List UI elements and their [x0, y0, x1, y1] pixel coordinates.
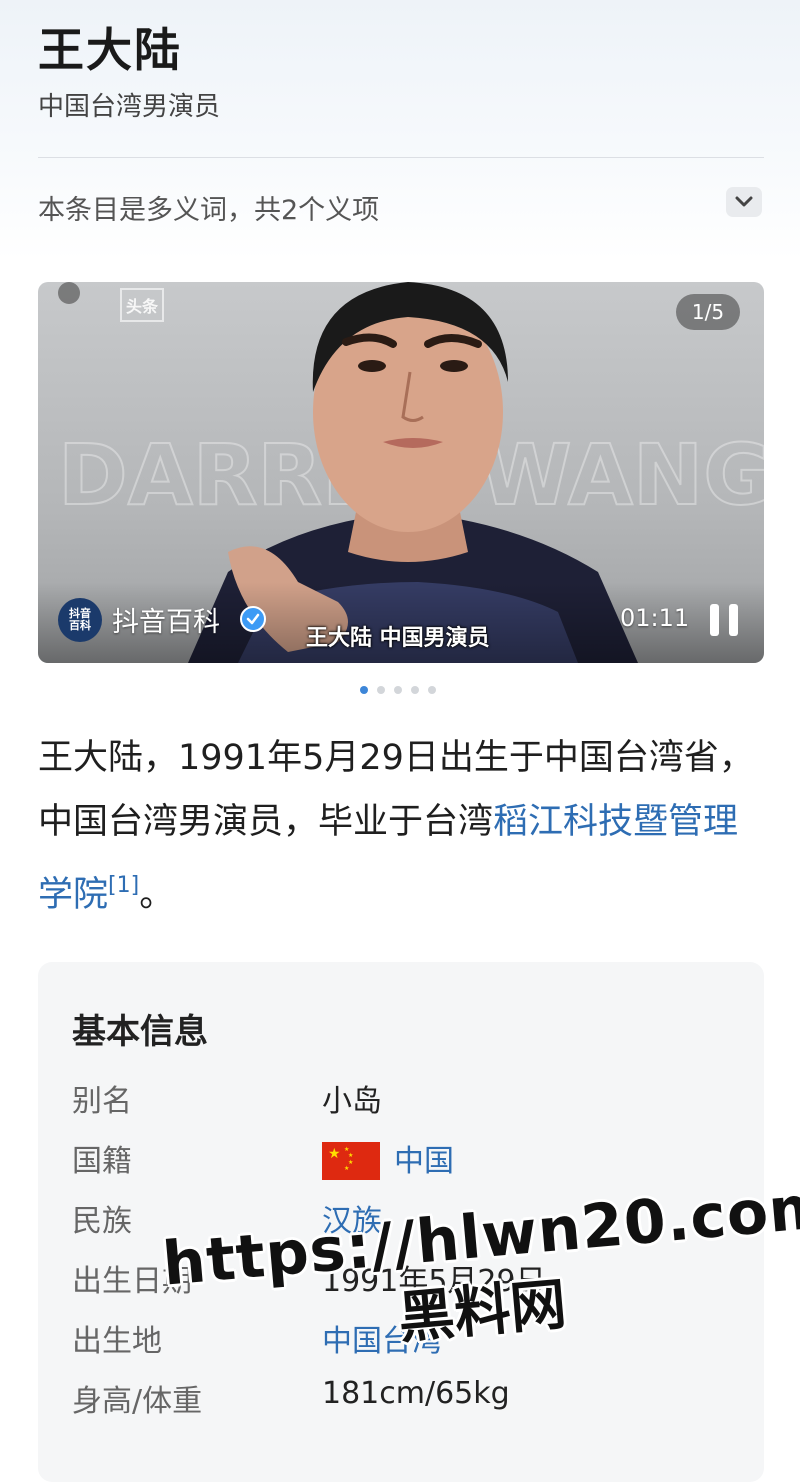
pager-dot[interactable]	[377, 686, 385, 694]
douyin-baike-logo: 抖音 百科	[58, 598, 102, 642]
page-title: 王大陆	[38, 23, 182, 77]
slide-counter: 1/5	[676, 294, 740, 330]
info-row-nationality: 国籍 ★ ★ ★ ★ ★ 中国	[72, 1136, 752, 1180]
video-carousel[interactable]: DARREN WANG 头条 1/5 抖音 百科 抖音百科 王大陆 中国男演员 …	[38, 282, 764, 663]
pager-dot[interactable]	[428, 686, 436, 694]
pager-dot[interactable]	[394, 686, 402, 694]
video-subtitle: 王大陆 中国男演员	[306, 626, 490, 651]
info-key: 民族	[72, 1204, 132, 1239]
toutiao-logo: 头条	[120, 288, 164, 322]
header-divider	[38, 157, 764, 158]
pager-dot[interactable]	[411, 686, 419, 694]
info-value: 小岛	[322, 1084, 382, 1119]
info-key: 出生地	[72, 1324, 162, 1359]
info-key: 身高/体重	[72, 1384, 203, 1419]
carousel-pager[interactable]	[360, 686, 436, 694]
reference-link[interactable]: [1]	[108, 873, 139, 898]
pause-icon[interactable]	[710, 604, 740, 636]
info-value: 181cm/65kg	[322, 1376, 510, 1411]
basic-info-title: 基本信息	[72, 1012, 208, 1052]
verified-badge-icon	[240, 606, 266, 632]
chevron-down-icon	[735, 196, 753, 207]
video-time: 01:11	[620, 604, 690, 632]
china-flag-icon: ★ ★ ★ ★ ★	[322, 1142, 380, 1180]
summary-end: 。	[139, 875, 175, 915]
pager-dot[interactable]	[360, 686, 368, 694]
nationality-link[interactable]: 中国	[394, 1136, 454, 1180]
info-row-alias: 别名 小岛	[72, 1076, 752, 1120]
info-key: 别名	[72, 1084, 132, 1119]
page-subtitle: 中国台湾男演员	[38, 92, 221, 122]
info-key: 国籍	[72, 1144, 132, 1179]
summary-paragraph: 王大陆，1991年5月29日出生于中国台湾省，中国台湾男演员，毕业于台湾稻江科技…	[38, 726, 764, 927]
info-row-height-weight: 身高/体重 181cm/65kg	[72, 1376, 752, 1420]
expand-senses-button[interactable]	[726, 187, 762, 217]
video-source-name[interactable]: 抖音百科	[112, 600, 220, 639]
record-dot-icon	[58, 282, 80, 304]
polysemy-notice[interactable]: 本条目是多义词，共2个义项	[38, 188, 379, 227]
